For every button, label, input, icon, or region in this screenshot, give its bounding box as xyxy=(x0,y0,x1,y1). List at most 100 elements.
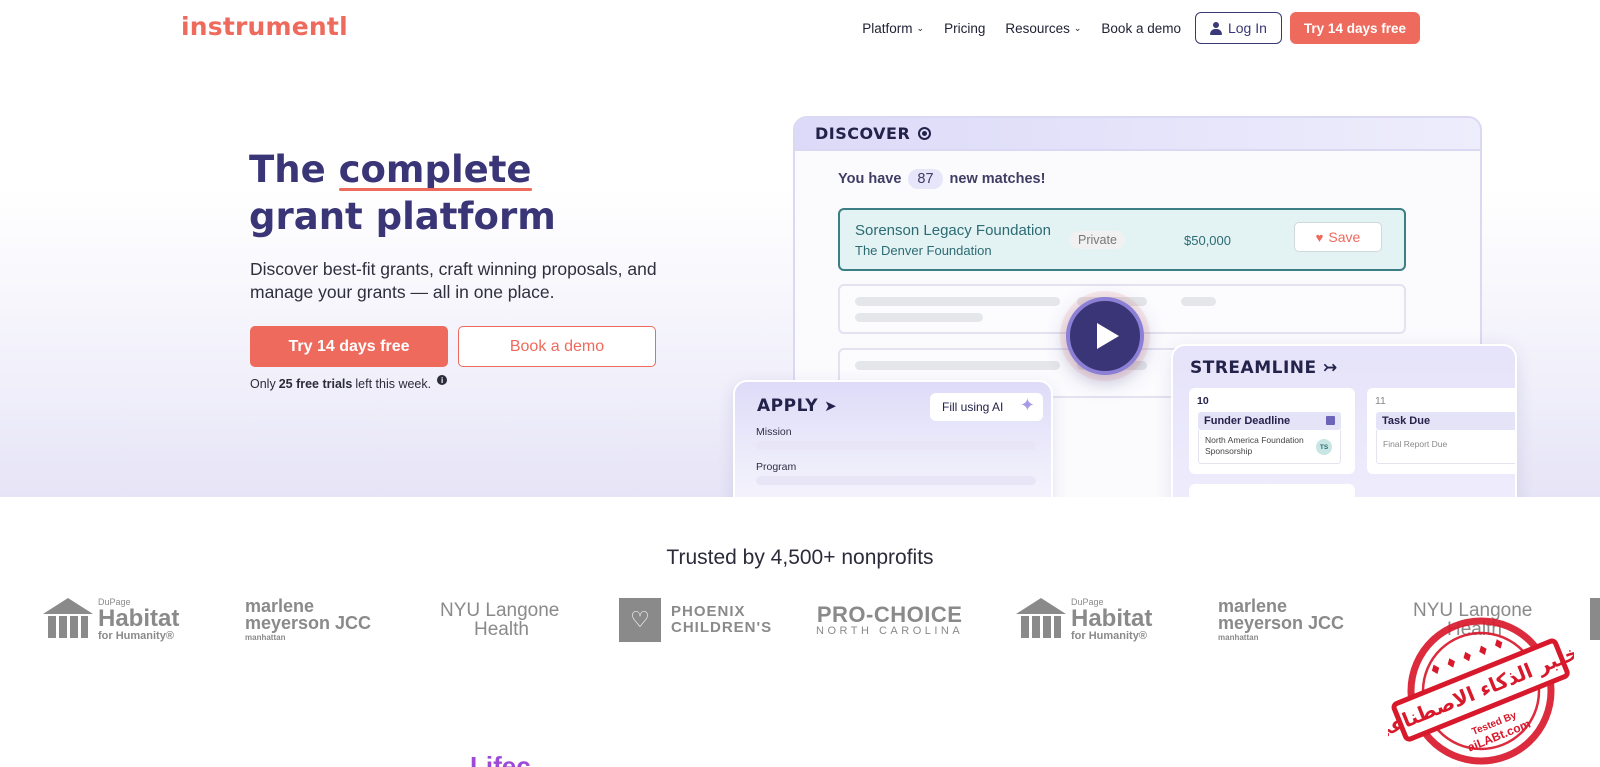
discover-title: DISCOVER xyxy=(815,124,911,143)
discover-header: DISCOVER xyxy=(795,118,1480,151)
task-title[interactable]: Funder Deadline xyxy=(1198,412,1341,430)
hero-title: The complete grant platform xyxy=(249,146,556,240)
apply-title-label: APPLY xyxy=(757,396,819,416)
habitat-logo: DuPage Habitat for Humanity® xyxy=(43,592,179,648)
nav-trial-button[interactable]: Try 14 days free xyxy=(1289,12,1420,44)
mm-line3: manhattan xyxy=(1218,633,1259,643)
streamline-card: STREAMLINE ↣ 10 Funder Deadline North Am… xyxy=(1171,344,1517,497)
next-section-heading: Lifec xyxy=(470,751,531,767)
login-label: Log In xyxy=(1227,20,1267,36)
hero-trial-button[interactable]: Try 14 days free xyxy=(250,326,448,367)
chevron-down-icon: ⌄ xyxy=(1073,23,1082,33)
note-post: left this week. xyxy=(355,377,432,391)
trusted-heading: Trusted by 4,500+ nonprofits xyxy=(666,546,934,569)
habitat-main: Habitat xyxy=(1071,605,1153,632)
apply-card: APPLY ➤ Fill using AI ✦ Mission Program xyxy=(733,380,1053,497)
habitat-main: Habitat xyxy=(98,605,180,632)
info-icon[interactable]: i xyxy=(437,375,448,385)
top-navigation: instrumentl Platform ⌄ Pricing Resources… xyxy=(0,0,1600,56)
hero-section: The complete grant platform Discover bes… xyxy=(0,56,1600,497)
instrumentl-logo[interactable]: instrumentl xyxy=(181,12,348,41)
sparkle-icon: ✦ xyxy=(1019,395,1035,415)
workflow-arrow-icon: ↣ xyxy=(1323,358,1338,378)
save-button[interactable]: ♥ Save xyxy=(1294,222,1382,252)
task-title[interactable]: Task Due xyxy=(1376,412,1515,430)
fill-ai-label: Fill using AI xyxy=(942,400,1004,414)
habitat-logo: DuPage Habitat for Humanity® xyxy=(1016,592,1152,648)
grant-match-row[interactable]: Sorenson Legacy Foundation The Denver Fo… xyxy=(838,208,1406,271)
phoenix-childrens-logo: ♡ PHOENIX CHILDREN'S xyxy=(619,592,772,648)
nav-book-demo[interactable]: Book a demo xyxy=(1101,21,1181,36)
nav-resources[interactable]: Resources ⌄ xyxy=(1005,21,1081,36)
habitat-sub: for Humanity® xyxy=(1071,630,1147,642)
calendar-icon xyxy=(1326,416,1335,425)
hero-demo-button[interactable]: Book a demo xyxy=(458,326,656,367)
program-label: Program xyxy=(756,461,797,473)
logo-fragment xyxy=(1590,598,1600,640)
chevron-down-icon: ⌄ xyxy=(916,23,925,33)
mm-line2: meyerson JCC xyxy=(1218,613,1345,634)
nav-platform[interactable]: Platform ⌄ xyxy=(862,21,924,36)
task-title-label: Task Due xyxy=(1382,415,1431,427)
nyu-line2: Health xyxy=(474,619,529,640)
nav-links: Platform ⌄ Pricing Resources ⌄ Book a de… xyxy=(842,12,1420,44)
task-detail-text: North America Foundation Sponsorship xyxy=(1205,435,1304,456)
streamline-title-label: STREAMLINE xyxy=(1190,358,1317,378)
matches-post: new matches! xyxy=(949,171,1046,187)
nav-resources-label: Resources xyxy=(1005,20,1070,36)
target-icon xyxy=(918,127,932,140)
matches-pre: You have xyxy=(838,171,902,187)
login-button[interactable]: Log In xyxy=(1194,12,1282,44)
calendar-day-column: 11 Task Due Final Report Due xyxy=(1367,388,1515,474)
skeleton-bar xyxy=(855,361,1060,370)
fill-using-ai-button[interactable]: Fill using AI ✦ xyxy=(930,393,1043,421)
matches-summary: You have 87 new matches! xyxy=(838,169,1045,189)
day-number: 11 xyxy=(1375,395,1386,407)
mission-field[interactable] xyxy=(756,441,1036,450)
day-number: 10 xyxy=(1197,395,1209,407)
phoenix-line1: PHOENIX xyxy=(671,603,746,621)
skeleton-bar xyxy=(1181,297,1216,306)
pc-line2: NORTH CAROLINA xyxy=(816,624,964,637)
task-detail: North America Foundation Sponsorship TS xyxy=(1198,430,1341,464)
grant-amount: $50,000 xyxy=(1184,233,1231,248)
marlene-meyerson-logo: marlene meyerson JCC manhattan xyxy=(1218,592,1344,648)
nyu-langone-logo: NYU Langone Health xyxy=(440,592,559,648)
phoenix-line2: CHILDREN'S xyxy=(671,619,773,636)
nyu-line1: NYU Langone xyxy=(440,600,560,621)
streamline-title: STREAMLINE ↣ xyxy=(1190,358,1338,378)
skeleton-bar xyxy=(855,297,1060,306)
play-video-button[interactable] xyxy=(1066,297,1144,375)
skeleton-bar xyxy=(855,313,983,322)
user-icon xyxy=(1209,21,1222,35)
apply-title: APPLY ➤ xyxy=(757,396,837,416)
paper-plane-icon: ➤ xyxy=(824,397,838,415)
pro-choice-nc-logo: PRO-CHOICE NORTH CAROLINA xyxy=(816,592,963,648)
trial-availability-note: Only 25 free trials left this week. i xyxy=(250,375,448,391)
hero-subtitle: Discover best-fit grants, craft winning … xyxy=(250,259,657,302)
note-pre: Only xyxy=(250,377,276,391)
marlene-meyerson-logo: marlene meyerson JCC manhattan xyxy=(245,592,371,648)
nav-pricing[interactable]: Pricing xyxy=(944,21,985,36)
save-label: Save xyxy=(1328,229,1361,245)
customer-logo-strip: DuPage Habitat for Humanity® marlene mey… xyxy=(0,592,1600,652)
mission-label: Mission xyxy=(756,426,792,438)
program-field[interactable] xyxy=(756,476,1036,485)
hero-title-word1: The xyxy=(249,148,326,191)
task-title-label: Funder Deadline xyxy=(1204,415,1291,427)
calendar-day-column xyxy=(1189,484,1355,497)
tested-by-stamp-watermark: مختبر الذكاء الاصطناعي Tested By aiLABt.… xyxy=(1388,617,1574,765)
grant-type-badge: Private xyxy=(1070,231,1125,249)
play-icon xyxy=(1096,323,1119,349)
pc-line1: PRO-CHOICE xyxy=(816,601,963,627)
hero-title-highlight: complete xyxy=(338,148,532,191)
calendar-day-column: 10 Funder Deadline North America Foundat… xyxy=(1189,388,1355,474)
avatar: TS xyxy=(1316,439,1332,455)
note-bold: 25 free trials xyxy=(278,377,353,391)
task-detail: Final Report Due xyxy=(1376,430,1515,464)
house-icon xyxy=(43,598,93,642)
nav-platform-label: Platform xyxy=(862,20,913,36)
matches-count-badge: 87 xyxy=(908,169,943,189)
grant-name: Sorenson Legacy Foundation xyxy=(855,222,1051,239)
heart-icon: ♥ xyxy=(1315,229,1324,245)
